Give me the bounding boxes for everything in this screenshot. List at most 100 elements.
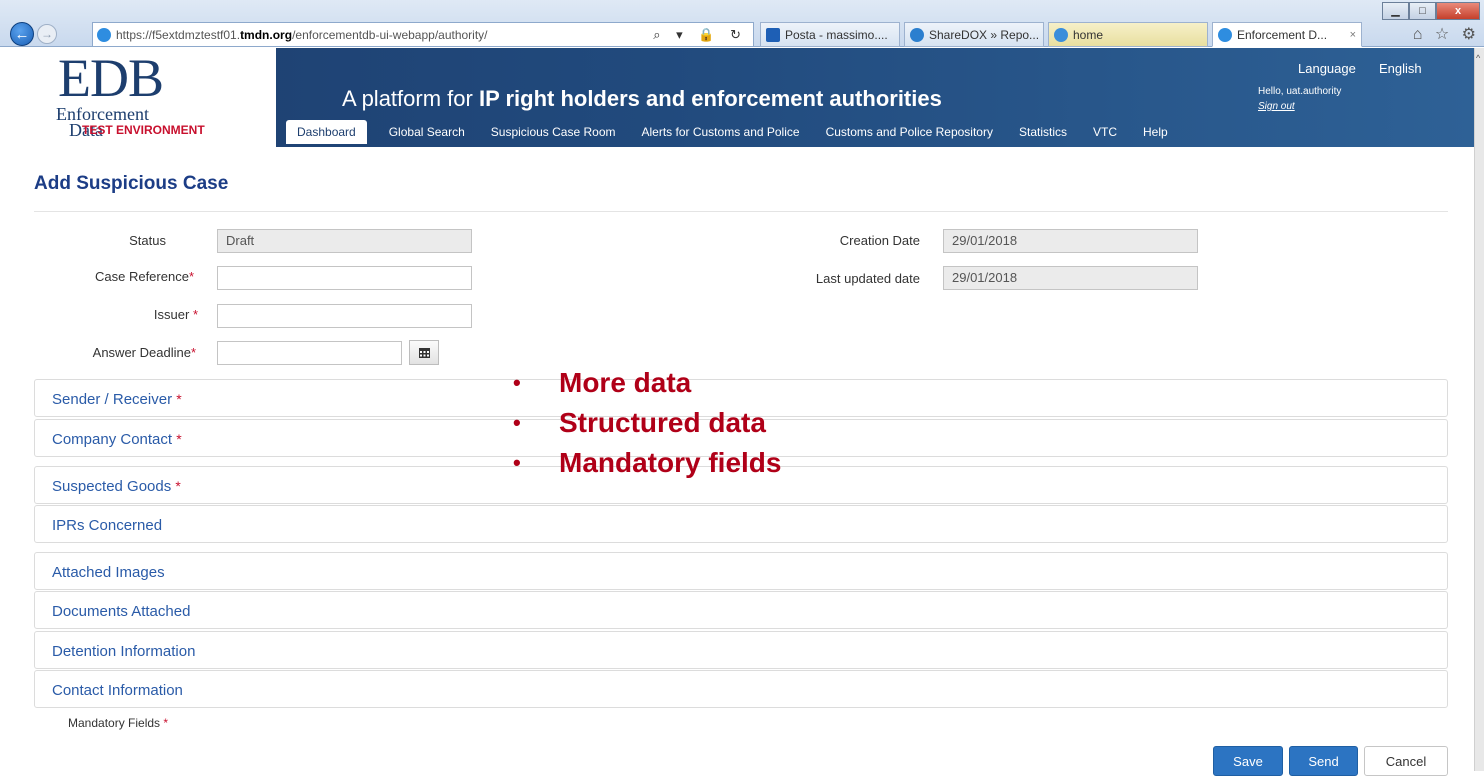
bullet-icon: • [513, 450, 521, 475]
forward-button[interactable]: → [37, 24, 57, 44]
page-title: Add Suspicious Case [34, 173, 229, 194]
sharedox-icon [910, 27, 924, 42]
tab-sharedox[interactable]: ShareDOX » Repo... [904, 22, 1044, 47]
url-host: tmdn.org [240, 27, 293, 42]
required-marker: * [163, 716, 169, 730]
panel-title: Sender / Receiver * [52, 391, 182, 408]
answer-deadline-input[interactable] [217, 341, 402, 365]
creation-date-label: Creation Date [839, 233, 920, 248]
case-reference-input[interactable] [217, 266, 472, 290]
annotation-bullet: • More data [513, 363, 781, 403]
menu-global-search[interactable]: Global Search [389, 125, 465, 139]
tab-label: ShareDOX » Repo... [929, 27, 1040, 42]
calendar-icon [418, 347, 430, 358]
tab-label: Posta - massimo.... [785, 27, 888, 42]
menu-dashboard[interactable]: Dashboard [286, 120, 367, 144]
maximize-button[interactable]: □ [1409, 2, 1436, 20]
bullet-icon: • [513, 370, 521, 395]
menu-help[interactable]: Help [1143, 125, 1168, 139]
page-scrollbar[interactable]: ^ [1474, 48, 1484, 771]
back-button[interactable]: ← [10, 22, 34, 46]
bullet-icon: • [513, 410, 521, 435]
menu-statistics[interactable]: Statistics [1019, 125, 1067, 139]
panel-detention-information[interactable]: Detention Information [34, 631, 1448, 669]
annotation-text: Mandatory fields [559, 447, 782, 478]
tab-posta[interactable]: Posta - massimo.... [760, 22, 900, 47]
tagline-text: A platform for [342, 86, 479, 111]
menu-repository[interactable]: Customs and Police Repository [826, 125, 993, 139]
status-field: Draft [217, 229, 472, 253]
url-prefix: https://f5extdmztestf01. [116, 27, 241, 42]
minimize-button[interactable]: ▁ [1382, 2, 1409, 20]
close-window-button[interactable]: x [1436, 2, 1480, 20]
panel-contact-information[interactable]: Contact Information [34, 670, 1448, 708]
last-updated-label: Last updated date [815, 271, 920, 286]
required-marker: * [175, 478, 181, 494]
last-updated-field: 29/01/2018 [943, 266, 1198, 290]
environment-badge: TEST ENVIRONMENT [82, 123, 205, 137]
required-marker: * [188, 269, 194, 284]
panel-title: Documents Attached [52, 603, 191, 620]
url-path: /enforcementdb-ui-webapp/authority/ [292, 27, 488, 42]
close-tab-icon[interactable]: × [1350, 29, 1356, 41]
panel-documents-attached[interactable]: Documents Attached [34, 591, 1448, 629]
user-greeting: Hello, uat.authority [1258, 86, 1342, 97]
language-label: Language [1298, 61, 1356, 76]
panel-title: Company Contact * [52, 431, 182, 448]
issuer-label-text: Issuer [153, 307, 190, 322]
annotation-text: More data [559, 367, 692, 398]
logo-main: EDB [58, 48, 164, 108]
required-marker: * [190, 345, 196, 360]
send-button[interactable]: Send [1289, 746, 1358, 776]
annotation-bullet: • Structured data [513, 403, 781, 443]
window-controls: ▁ □ x [1382, 2, 1480, 20]
page-icon [1054, 27, 1068, 42]
tagline-bold: IP right holders and enforcement authori… [478, 86, 942, 111]
tab-enforcement[interactable]: Enforcement D... × [1212, 22, 1362, 47]
panel-iprs-concerned[interactable]: IPRs Concerned [34, 505, 1448, 543]
issuer-input[interactable] [217, 304, 472, 328]
required-marker: * [176, 391, 182, 407]
save-button[interactable]: Save [1213, 746, 1283, 776]
header-tagline: A platform for IP right holders and enfo… [342, 86, 942, 112]
app-header: EDB Enforcement Data TEST ENVIRONMENT A … [0, 48, 1474, 147]
cancel-button[interactable]: Cancel [1364, 746, 1448, 776]
panel-title: Contact Information [52, 682, 183, 699]
ie-icon [97, 27, 111, 42]
edb-logo[interactable]: EDB Enforcement Data TEST ENVIRONMENT [0, 48, 276, 147]
panel-title: Suspected Goods * [52, 478, 181, 495]
mandatory-note-text: Mandatory Fields [68, 716, 161, 730]
status-label-text: Status [129, 233, 166, 248]
main-menu: Dashboard Global Search Suspicious Case … [286, 119, 1194, 145]
mandatory-fields-note: Mandatory Fields * [68, 716, 168, 730]
browser-icons[interactable]: ⌂ ☆ ⚙ [1413, 24, 1480, 44]
tab-home[interactable]: home [1048, 22, 1208, 47]
menu-suspicious-case-room[interactable]: Suspicious Case Room [491, 125, 616, 139]
language-select[interactable]: English [1379, 61, 1422, 76]
calendar-button[interactable] [409, 340, 439, 365]
sign-out-link[interactable]: Sign out [1258, 101, 1295, 112]
required-marker: * [192, 307, 198, 322]
annotation-bullets: • More data • Structured data • Mandatory f… [513, 363, 781, 483]
annotation-text: Structured data [559, 407, 766, 438]
address-tools[interactable]: ⌕ ▾ 🔒 ↻ [653, 27, 747, 43]
answer-deadline-label: Answer Deadline* [50, 345, 196, 360]
tab-label: Enforcement D... [1237, 27, 1328, 42]
required-marker: * [176, 431, 182, 447]
menu-alerts[interactable]: Alerts for Customs and Police [642, 125, 800, 139]
address-bar[interactable]: https://f5extdmztestf01. tmdn.org/enforce… [92, 22, 754, 47]
case-reference-label-text: Case Reference [94, 269, 189, 284]
panel-title-text: Sender / Receiver [52, 391, 173, 408]
menu-vtc[interactable]: VTC [1093, 125, 1117, 139]
issuer-label: Issuer * [60, 307, 198, 322]
answer-deadline-label-text: Answer Deadline [92, 345, 191, 360]
ie-icon [1218, 27, 1232, 42]
scroll-up-icon[interactable]: ^ [1476, 54, 1484, 63]
panel-title-text: Suspected Goods [52, 478, 172, 495]
creation-date-field: 29/01/2018 [943, 229, 1198, 253]
status-label: Status [100, 233, 166, 248]
panel-attached-images[interactable]: Attached Images [34, 552, 1448, 590]
browser-toolbar: ← → https://f5extdmztestf01. tmdn.org/enf… [0, 0, 1484, 47]
panel-title: Detention Information [52, 643, 196, 660]
panel-title: Attached Images [52, 564, 165, 581]
